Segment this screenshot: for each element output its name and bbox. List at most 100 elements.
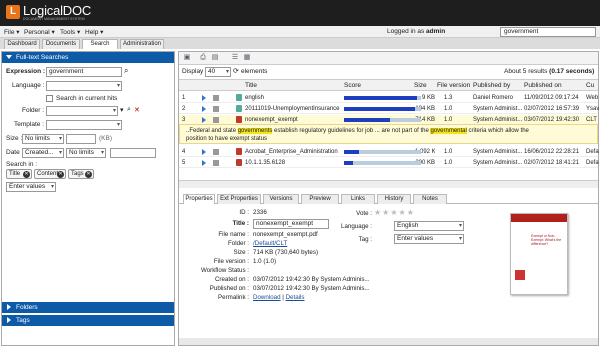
table-row[interactable]: 5 10.1.1.35.6128 200 KB 1.0 System Administ.… bbox=[179, 158, 599, 168]
remove-icon[interactable]: ✕ bbox=[85, 171, 92, 178]
logo-subtitle: DOCUMENT MANAGEMENT SYSTEM bbox=[23, 17, 85, 21]
cell-title: 10.1.1.35.6128 bbox=[245, 160, 286, 166]
table-row[interactable]: 4 Acrobat_Enterprise_Administration 1,092 … bbox=[179, 147, 599, 157]
date-field-select[interactable]: Created... bbox=[22, 148, 64, 158]
size-value-input[interactable] bbox=[66, 134, 96, 144]
chip-content-label: Content bbox=[37, 171, 59, 177]
snippet-text: ..Federal and state bbox=[186, 128, 238, 134]
tab-links[interactable]: Links bbox=[341, 194, 375, 204]
tab-documents[interactable]: Documents bbox=[42, 39, 80, 49]
tags-header[interactable]: Tags bbox=[2, 315, 174, 326]
tab-versions[interactable]: Versions bbox=[263, 194, 299, 204]
score-bar bbox=[344, 107, 421, 111]
search-icon[interactable]: ⌕ bbox=[124, 66, 128, 76]
folder-input[interactable] bbox=[46, 106, 118, 116]
col-title[interactable]: Title bbox=[245, 82, 257, 89]
col-score[interactable]: Score bbox=[344, 82, 361, 89]
enter-values-select[interactable]: Enter values bbox=[6, 182, 56, 192]
date-operator-select[interactable]: No limits bbox=[66, 148, 106, 158]
cell-ver: 1.0 bbox=[444, 149, 453, 155]
title-input[interactable]: nonexempt_exempt bbox=[253, 219, 329, 229]
expression-input[interactable]: government bbox=[46, 67, 122, 77]
tab-ext-properties[interactable]: Ext Properties bbox=[217, 194, 261, 204]
folder-picker-icon[interactable]: ▾ bbox=[120, 106, 124, 114]
cell-ver: 1.3 bbox=[444, 95, 453, 101]
menu-help[interactable]: Help ▾ bbox=[85, 28, 103, 36]
chip-title[interactable]: Title ✕ bbox=[6, 169, 32, 179]
date-value-input[interactable] bbox=[110, 148, 156, 158]
folder-search-icon[interactable]: ⌕ bbox=[127, 106, 131, 114]
col-size[interactable]: Size bbox=[414, 82, 427, 89]
tab-search[interactable]: Search bbox=[82, 39, 118, 49]
export-icon[interactable]: ▤ bbox=[211, 54, 219, 62]
tab-notes[interactable]: Notes bbox=[413, 194, 447, 204]
tab-history[interactable]: History bbox=[377, 194, 411, 204]
fulltext-title: Full-text Searches bbox=[16, 54, 69, 61]
title-label: Title : bbox=[232, 220, 249, 227]
print-icon[interactable]: ⎙ bbox=[199, 54, 207, 62]
chip-title-label: Title bbox=[9, 171, 21, 177]
remove-icon[interactable]: ✕ bbox=[23, 171, 30, 178]
list-view-icon[interactable]: ☰ bbox=[231, 54, 239, 62]
size-operator-select[interactable]: No limits bbox=[22, 134, 64, 144]
menu-file[interactable]: File ▾ bbox=[4, 28, 20, 36]
size-label: Size : bbox=[233, 249, 249, 256]
open-icon[interactable] bbox=[202, 160, 206, 166]
vote-stars[interactable]: ★★★★★ bbox=[374, 208, 415, 217]
search-current-checkbox[interactable] bbox=[46, 95, 53, 102]
menu-tools[interactable]: Tools ▾ bbox=[60, 28, 80, 36]
tag-select[interactable]: Enter values bbox=[394, 234, 464, 244]
top-search-input[interactable]: government bbox=[500, 27, 596, 37]
cell-on: 11/09/2012 09:17:24 bbox=[524, 95, 579, 101]
language-select[interactable]: English bbox=[394, 221, 464, 231]
open-icon[interactable] bbox=[202, 106, 206, 112]
created-value: 03/07/2012 19:42:30 By System Adminis... bbox=[253, 276, 370, 283]
col-published-by[interactable]: Published by bbox=[473, 82, 510, 89]
lock-icon bbox=[213, 160, 219, 166]
col-custom[interactable]: Cu bbox=[586, 82, 594, 89]
refresh-icon[interactable]: ⟳ bbox=[233, 67, 239, 75]
collapse-icon bbox=[6, 55, 12, 59]
pager: Display : 40 ⟳ elements About 5 results … bbox=[179, 66, 598, 77]
results-text: About 5 results bbox=[504, 68, 548, 75]
cell-by: System Administ... bbox=[473, 106, 523, 112]
tab-properties[interactable]: Properties bbox=[183, 194, 215, 204]
id-value: 2336 bbox=[253, 209, 267, 216]
score-fill bbox=[344, 118, 391, 122]
created-label: Created on : bbox=[214, 276, 249, 283]
download-link[interactable]: Download bbox=[253, 294, 281, 301]
chip-content[interactable]: Content ✕ bbox=[34, 169, 66, 179]
details-link[interactable]: Details bbox=[286, 294, 305, 301]
status-bar bbox=[179, 338, 598, 345]
save-icon[interactable]: ▣ bbox=[183, 54, 191, 62]
folder-link[interactable]: /Default/CLT bbox=[253, 240, 287, 247]
score-fill bbox=[344, 96, 418, 100]
cell-n: 2 bbox=[182, 106, 186, 112]
horizontal-scrollbar[interactable] bbox=[179, 180, 598, 188]
open-icon[interactable] bbox=[202, 95, 206, 101]
language-select[interactable] bbox=[46, 81, 122, 91]
remove-icon[interactable]: ✕ bbox=[57, 171, 64, 178]
tab-dashboard[interactable]: Dashboard bbox=[4, 39, 40, 49]
menu-personal[interactable]: Personal ▾ bbox=[24, 28, 55, 36]
open-icon[interactable] bbox=[202, 149, 206, 155]
table-row[interactable]: 1 english 9 KB 1.3 Daniel Romero 11/09/2012 0… bbox=[179, 93, 598, 103]
expression-label: Expression : bbox=[6, 68, 46, 75]
tab-preview[interactable]: Preview bbox=[301, 194, 339, 204]
clear-icon[interactable]: ✕ bbox=[134, 106, 140, 114]
table-row[interactable]: 2 20111019-UnemploymentInsurance.h... 104 … bbox=[179, 104, 599, 114]
chip-tags[interactable]: Tags ✕ bbox=[68, 169, 94, 179]
display-count-select[interactable]: 40 bbox=[205, 67, 231, 77]
tab-administration[interactable]: Administration bbox=[120, 39, 164, 49]
open-icon[interactable] bbox=[202, 117, 206, 123]
col-published-on[interactable]: Published on bbox=[524, 82, 562, 89]
folders-header[interactable]: Folders bbox=[2, 302, 174, 313]
template-select[interactable] bbox=[46, 120, 122, 130]
fulltext-header[interactable]: Full-text Searches bbox=[2, 52, 174, 63]
cell-by: Daniel Romero bbox=[473, 95, 514, 101]
gallery-view-icon[interactable]: ▦ bbox=[243, 54, 251, 62]
preview-title: Exempt or Non-Exempt: What's the differe… bbox=[531, 234, 562, 246]
lock-icon bbox=[213, 106, 219, 112]
document-preview-thumbnail[interactable]: Exempt or Non-Exempt: What's the differe… bbox=[510, 213, 568, 295]
col-version[interactable]: File version bbox=[437, 82, 470, 89]
